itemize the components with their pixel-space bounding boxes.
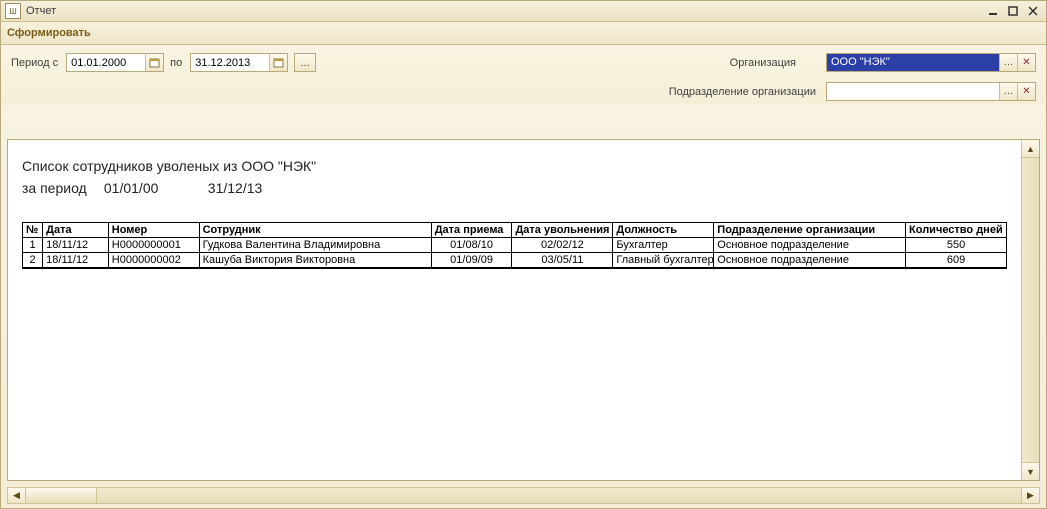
scroll-track[interactable] [1022, 158, 1039, 462]
col-number: Номер [108, 223, 199, 238]
col-employee: Сотрудник [199, 223, 431, 238]
department-value [827, 83, 999, 100]
col-date: Дата [43, 223, 109, 238]
table-cell: 01/09/09 [431, 253, 512, 269]
generate-button[interactable]: Сформировать [7, 27, 91, 39]
report-table: № Дата Номер Сотрудник Дата приема Дата … [22, 222, 1007, 269]
table-cell: Гудкова Валентина Владимировна [199, 238, 431, 253]
period-from-label: Период с [11, 57, 58, 69]
table-row[interactable]: 218/11/12Н0000000002Кашуба Виктория Викт… [23, 253, 1007, 269]
period-to-field[interactable] [190, 53, 288, 72]
table-cell: 609 [906, 253, 1007, 269]
table-cell: 18/11/12 [43, 238, 109, 253]
table-cell: 18/11/12 [43, 253, 109, 269]
window-title: Отчет [26, 5, 982, 17]
filter-row-top: Период с по ... Организация ООО "НЭК" … [11, 53, 1036, 72]
minimize-button[interactable] [984, 4, 1002, 18]
table-cell: Н0000000001 [108, 238, 199, 253]
organization-value: ООО "НЭК" [827, 54, 999, 71]
period-from-input[interactable] [67, 54, 145, 71]
organization-combo[interactable]: ООО "НЭК" … ✕ [826, 53, 1036, 72]
scroll-down-button[interactable]: ▼ [1022, 462, 1039, 480]
report-period-label: за период [22, 180, 100, 196]
report-area: Список сотрудников уволеных из ООО "НЭК"… [7, 139, 1040, 481]
table-cell: Главный бухгалтер [613, 253, 714, 269]
scroll-up-button[interactable]: ▲ [1022, 140, 1039, 158]
table-header-row: № Дата Номер Сотрудник Дата приема Дата … [23, 223, 1007, 238]
filters-panel: Период с по ... Организация ООО "НЭК" … [1, 45, 1046, 105]
report-body: Список сотрудников уволеных из ООО "НЭК"… [8, 140, 1021, 480]
period-to-label: по [170, 57, 182, 69]
table-cell: Н0000000002 [108, 253, 199, 269]
organization-clear-button[interactable]: ✕ [1017, 54, 1035, 71]
col-position: Должность [613, 223, 714, 238]
table-cell: 03/05/11 [512, 253, 613, 269]
table-cell: Основное подразделение [714, 253, 906, 269]
period-ellipsis-button[interactable]: ... [294, 53, 316, 72]
department-label: Подразделение организации [669, 86, 816, 98]
scroll-track-h[interactable] [26, 488, 1021, 503]
report-title: Список сотрудников уволеных из ООО "НЭК" [22, 158, 1007, 174]
filter-row-bottom: Подразделение организации … ✕ [11, 82, 1036, 101]
titlebar: Ш Отчет [1, 1, 1046, 22]
scroll-thumb[interactable] [26, 488, 97, 503]
col-no: № [23, 223, 43, 238]
col-fire-date: Дата увольнения [512, 223, 613, 238]
calendar-icon[interactable] [269, 54, 287, 71]
report-period: за период 01/01/00 31/12/13 [22, 180, 1007, 196]
col-days: Количество дней [906, 223, 1007, 238]
period-to-input[interactable] [191, 54, 269, 71]
table-cell: 1 [23, 238, 43, 253]
scroll-right-button[interactable]: ▶ [1021, 488, 1039, 503]
department-select-button[interactable]: … [999, 83, 1017, 100]
table-cell: 550 [906, 238, 1007, 253]
department-combo[interactable]: … ✕ [826, 82, 1036, 101]
window: Ш Отчет Сформировать Период с по [0, 0, 1047, 509]
vertical-scrollbar[interactable]: ▲ ▼ [1021, 140, 1039, 480]
col-department: Подразделение организации [714, 223, 906, 238]
app-icon: Ш [5, 3, 21, 19]
table-cell: Бухгалтер [613, 238, 714, 253]
horizontal-scrollbar[interactable]: ◀ ▶ [7, 487, 1040, 504]
period-from-field[interactable] [66, 53, 164, 72]
scroll-left-button[interactable]: ◀ [8, 488, 26, 503]
calendar-icon[interactable] [145, 54, 163, 71]
col-hire-date: Дата приема [431, 223, 512, 238]
department-clear-button[interactable]: ✕ [1017, 83, 1035, 100]
toolbar: Сформировать [1, 22, 1046, 45]
organization-label: Организация [730, 57, 796, 69]
maximize-button[interactable] [1004, 4, 1022, 18]
table-cell: Кашуба Виктория Викторовна [199, 253, 431, 269]
organization-select-button[interactable]: … [999, 54, 1017, 71]
table-cell: 01/08/10 [431, 238, 512, 253]
table-cell: Основное подразделение [714, 238, 906, 253]
report-period-from: 01/01/00 [104, 180, 204, 196]
table-row[interactable]: 118/11/12Н0000000001Гудкова Валентина Вл… [23, 238, 1007, 253]
close-button[interactable] [1024, 4, 1042, 18]
report-period-to: 31/12/13 [208, 180, 263, 196]
table-cell: 02/02/12 [512, 238, 613, 253]
table-cell: 2 [23, 253, 43, 269]
